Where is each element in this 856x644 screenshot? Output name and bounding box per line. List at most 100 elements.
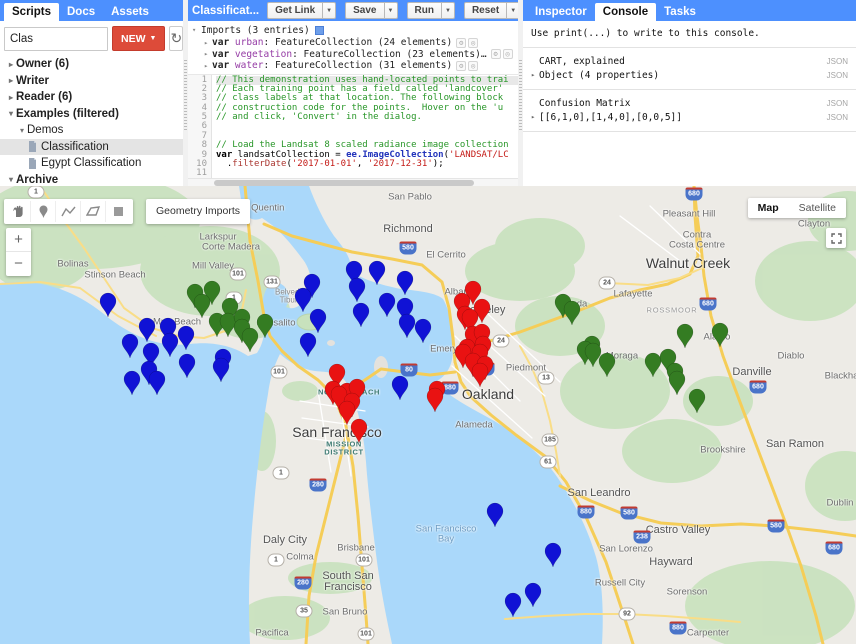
import-row-water[interactable]: ▸var water: FeatureCollection (31 elemen… (192, 60, 518, 72)
map-marker-vegetation[interactable] (242, 328, 258, 352)
map-marker-water[interactable] (295, 288, 311, 312)
editor-horizontal-scrollbar[interactable] (188, 178, 518, 186)
map-marker-vegetation[interactable] (689, 389, 705, 413)
map-marker-water[interactable] (487, 503, 503, 527)
expand-arrow-icon[interactable]: ▸ (204, 39, 212, 47)
expand-arrow-icon[interactable]: ▾ (17, 126, 27, 135)
console-entry-value[interactable]: [[6,1,0],[1,4,0],[0,0,5]] (539, 112, 821, 123)
zoom-in-button[interactable]: + (6, 228, 31, 252)
dropdown-arrow-icon[interactable]: ▼ (385, 2, 398, 19)
fullscreen-icon[interactable] (826, 228, 846, 248)
map-marker-water[interactable] (300, 333, 316, 357)
code-line-11[interactable] (216, 169, 518, 178)
run-button[interactable]: Run (407, 2, 442, 19)
tree-item-archive[interactable]: ▾Archive (0, 172, 183, 187)
panel-splitter-left[interactable] (183, 0, 188, 186)
dropdown-arrow-icon[interactable]: ▼ (442, 2, 455, 19)
collapse-arrow-icon[interactable]: ▾ (192, 26, 201, 34)
map-marker-water[interactable] (179, 354, 195, 378)
refresh-icon[interactable]: ↻ (169, 26, 183, 51)
script-search-input[interactable] (4, 27, 108, 51)
map-marker-water[interactable] (399, 314, 415, 338)
map-marker-urban[interactable] (351, 419, 367, 443)
code-line-5[interactable]: // and click, 'Convert' in the dialog. (216, 113, 518, 122)
map-marker-vegetation[interactable] (257, 314, 273, 338)
console-entry-value[interactable]: Object (4 properties) (539, 70, 821, 81)
code-line-10[interactable]: .filterDate('2017-01-01', '2017-12-31'); (216, 160, 518, 169)
map-marker-water[interactable] (349, 278, 365, 302)
import-target-icon[interactable]: ◎ (468, 38, 478, 48)
map-marker-vegetation[interactable] (669, 371, 685, 395)
map-marker-vegetation[interactable] (599, 353, 615, 377)
import-row-urban[interactable]: ▸var urban: FeatureCollection (24 elemen… (192, 37, 518, 49)
map-marker-water[interactable] (545, 543, 561, 567)
expand-arrow-icon[interactable]: ▾ (6, 109, 16, 118)
expand-arrow-icon[interactable]: ▸ (204, 62, 212, 70)
json-badge[interactable]: JSON (827, 71, 848, 80)
map-marker-water[interactable] (353, 303, 369, 327)
new-script-button[interactable]: NEW ▼ (112, 26, 165, 51)
map-marker-vegetation[interactable] (677, 324, 693, 348)
json-badge[interactable]: JSON (827, 113, 848, 122)
map-marker-urban[interactable] (427, 388, 443, 412)
tab-assets[interactable]: Assets (103, 3, 157, 21)
zoom-out-button[interactable]: − (6, 252, 31, 276)
code-line-6[interactable] (216, 122, 518, 131)
polyline-icon[interactable] (56, 201, 81, 222)
map-marker-water[interactable] (397, 271, 413, 295)
json-badge[interactable]: JSON (827, 99, 848, 108)
map-marker-water[interactable] (379, 293, 395, 317)
map-marker-urban[interactable] (472, 363, 488, 387)
map-marker-water[interactable] (139, 318, 155, 342)
map[interactable]: San PabloRichmondSan QuentinEl CerritoLa… (0, 186, 856, 644)
tree-item-classification[interactable]: Classification (0, 139, 183, 156)
map-marker-water[interactable] (162, 333, 178, 357)
expand-arrow-icon[interactable]: ▸ (6, 93, 16, 102)
map-type-satellite-button[interactable]: Satellite (789, 198, 846, 218)
map-marker-vegetation[interactable] (712, 323, 728, 347)
map-marker-water[interactable] (392, 376, 408, 400)
code-area[interactable]: 123456789101112 // This demonstration us… (188, 74, 518, 179)
expand-arrow-icon[interactable]: ▸ (6, 76, 16, 85)
map-marker-vegetation[interactable] (194, 294, 210, 318)
reset-button[interactable]: Reset (464, 2, 507, 19)
map-marker-water[interactable] (124, 371, 140, 395)
map-marker-water[interactable] (213, 358, 229, 382)
tree-item-examples-filtered-[interactable]: ▾Examples (filtered) (0, 106, 183, 123)
tree-item-demos[interactable]: ▾Demos (0, 122, 183, 139)
tree-item-owner-6-[interactable]: ▸Owner (6) (0, 56, 183, 73)
tree-item-reader-6-[interactable]: ▸Reader (6) (0, 89, 183, 106)
pan-hand-icon[interactable] (6, 201, 31, 222)
tab-inspector[interactable]: Inspector (527, 3, 595, 21)
map-marker-water[interactable] (149, 371, 165, 395)
map-marker-water[interactable] (525, 583, 541, 607)
json-badge[interactable]: JSON (827, 57, 848, 66)
map-marker-vegetation[interactable] (645, 353, 661, 377)
import-gear-icon[interactable]: ⚙ (491, 49, 501, 59)
rectangle-icon[interactable] (106, 201, 131, 222)
expand-arrow-icon[interactable]: ▸ (531, 113, 539, 121)
import-gear-icon[interactable]: ⚙ (456, 61, 466, 71)
tab-console[interactable]: Console (595, 3, 656, 21)
polygon-icon[interactable] (81, 201, 106, 222)
map-marker-vegetation[interactable] (564, 301, 580, 325)
map-marker-water[interactable] (310, 309, 326, 333)
map-marker-urban[interactable] (339, 401, 355, 425)
tab-scripts[interactable]: Scripts (4, 3, 59, 21)
dropdown-arrow-icon[interactable]: ▼ (323, 2, 336, 19)
get-link-button[interactable]: Get Link (267, 2, 323, 19)
map-marker-water[interactable] (178, 326, 194, 350)
map-marker-water[interactable] (122, 334, 138, 358)
tab-tasks[interactable]: Tasks (656, 3, 704, 21)
expand-arrow-icon[interactable]: ▸ (6, 60, 16, 69)
expand-arrow-icon[interactable]: ▸ (204, 50, 212, 58)
geometry-imports-button[interactable]: Geometry Imports (146, 199, 250, 224)
import-gear-icon[interactable]: ⚙ (456, 38, 466, 48)
point-marker-icon[interactable] (31, 201, 56, 222)
dropdown-arrow-icon[interactable]: ▼ (507, 2, 518, 19)
import-row-vegetation[interactable]: ▸var vegetation: FeatureCollection (23 e… (192, 49, 518, 61)
tree-item-egypt-classification[interactable]: Egypt Classification (0, 155, 183, 172)
map-marker-vegetation[interactable] (220, 313, 236, 337)
tree-item-writer[interactable]: ▸Writer (0, 73, 183, 90)
import-table-icon[interactable] (315, 26, 324, 35)
